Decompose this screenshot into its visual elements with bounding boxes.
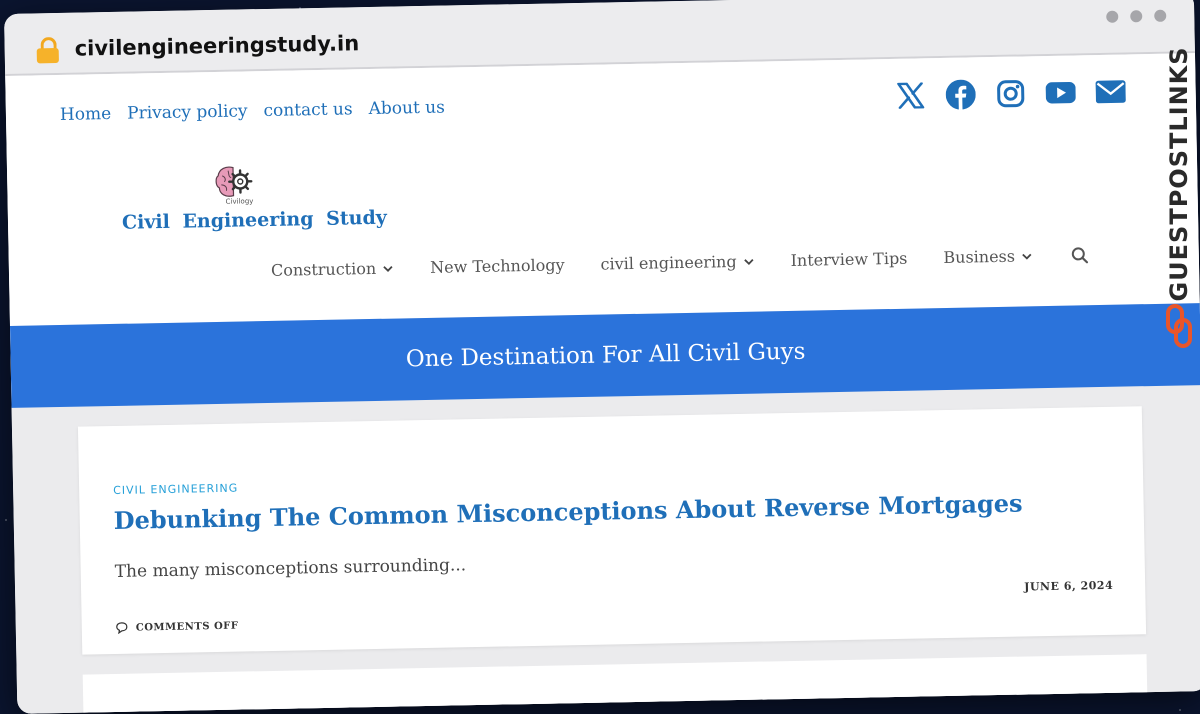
nav-civil-engineering[interactable]: civil engineering <box>600 252 754 274</box>
post-category[interactable]: CIVIL ENGINEERING <box>113 482 238 497</box>
browser-window: civilengineeringstudy.in Home Privacy po… <box>4 0 1200 714</box>
top-nav-contact-us[interactable]: contact us <box>263 99 352 121</box>
nav-new-technology[interactable]: New Technology <box>430 255 565 277</box>
search-icon <box>1071 246 1089 263</box>
post-date: JUNE 6, 2024 <box>1024 578 1114 594</box>
chain-link-icon <box>1166 304 1192 348</box>
email-icon[interactable] <box>1095 76 1126 107</box>
nav-interview-tips[interactable]: Interview Tips <box>790 249 907 270</box>
top-nav: Home Privacy policy contact us About us <box>60 98 445 125</box>
facebook-icon[interactable] <box>945 79 976 110</box>
post-comments-label: COMMENTS OFF <box>135 620 239 634</box>
lock-icon <box>36 36 59 64</box>
nav-interview-tips-label: Interview Tips <box>790 248 908 270</box>
chevron-down-icon <box>1022 253 1032 260</box>
nav-construction[interactable]: Construction <box>271 259 395 280</box>
post-card-next <box>82 654 1148 714</box>
dot-icon <box>1154 9 1167 22</box>
top-nav-home[interactable]: Home <box>60 104 112 125</box>
top-nav-about-us[interactable]: About us <box>368 98 445 119</box>
instagram-icon[interactable] <box>995 78 1026 109</box>
nav-construction-label: Construction <box>270 258 377 280</box>
x-icon[interactable] <box>895 80 926 111</box>
youtube-icon[interactable] <box>1045 77 1076 108</box>
dot-icon <box>1106 10 1119 23</box>
post-comments: COMMENTS OFF <box>116 620 239 634</box>
chevron-down-icon <box>383 265 393 272</box>
top-nav-privacy-policy[interactable]: Privacy policy <box>127 101 248 123</box>
comments-icon <box>116 622 128 634</box>
site-name[interactable]: Civil Engineering Study <box>122 207 387 234</box>
tagline: One Destination For All Civil Guys <box>405 338 806 373</box>
post-title[interactable]: Debunking The Common Misconceptions Abou… <box>113 489 1022 535</box>
site-page: Home Privacy policy contact us About us <box>5 53 1200 714</box>
dot-icon <box>1130 10 1143 23</box>
chevron-down-icon <box>743 258 754 265</box>
url-text[interactable]: civilengineeringstudy.in <box>74 31 359 60</box>
site-header: Home Privacy policy contact us About us <box>5 53 1200 326</box>
logo-small-text: Civilogy <box>225 197 254 206</box>
site-logo[interactable]: Civilogy Civil Engineering Study <box>121 161 387 246</box>
window-menu-dots[interactable] <box>1106 9 1167 23</box>
post-card: CIVIL ENGINEERING Debunking The Common M… <box>77 406 1147 655</box>
badge-text: GUESTPOSTLINKS <box>1165 46 1193 302</box>
search-button[interactable] <box>1071 246 1089 264</box>
nav-business[interactable]: Business <box>943 246 1033 267</box>
nav-new-technology-label: New Technology <box>429 255 565 277</box>
nav-business-label: Business <box>943 246 1016 268</box>
main-nav: Construction New Technology civil engine… <box>271 245 1125 280</box>
post-excerpt: The many misconceptions surrounding... <box>114 555 467 582</box>
social-links <box>895 76 1126 110</box>
guestpostlinks-badge: GUESTPOSTLINKS <box>1160 46 1198 354</box>
nav-civil-engineering-label: civil engineering <box>600 251 737 274</box>
